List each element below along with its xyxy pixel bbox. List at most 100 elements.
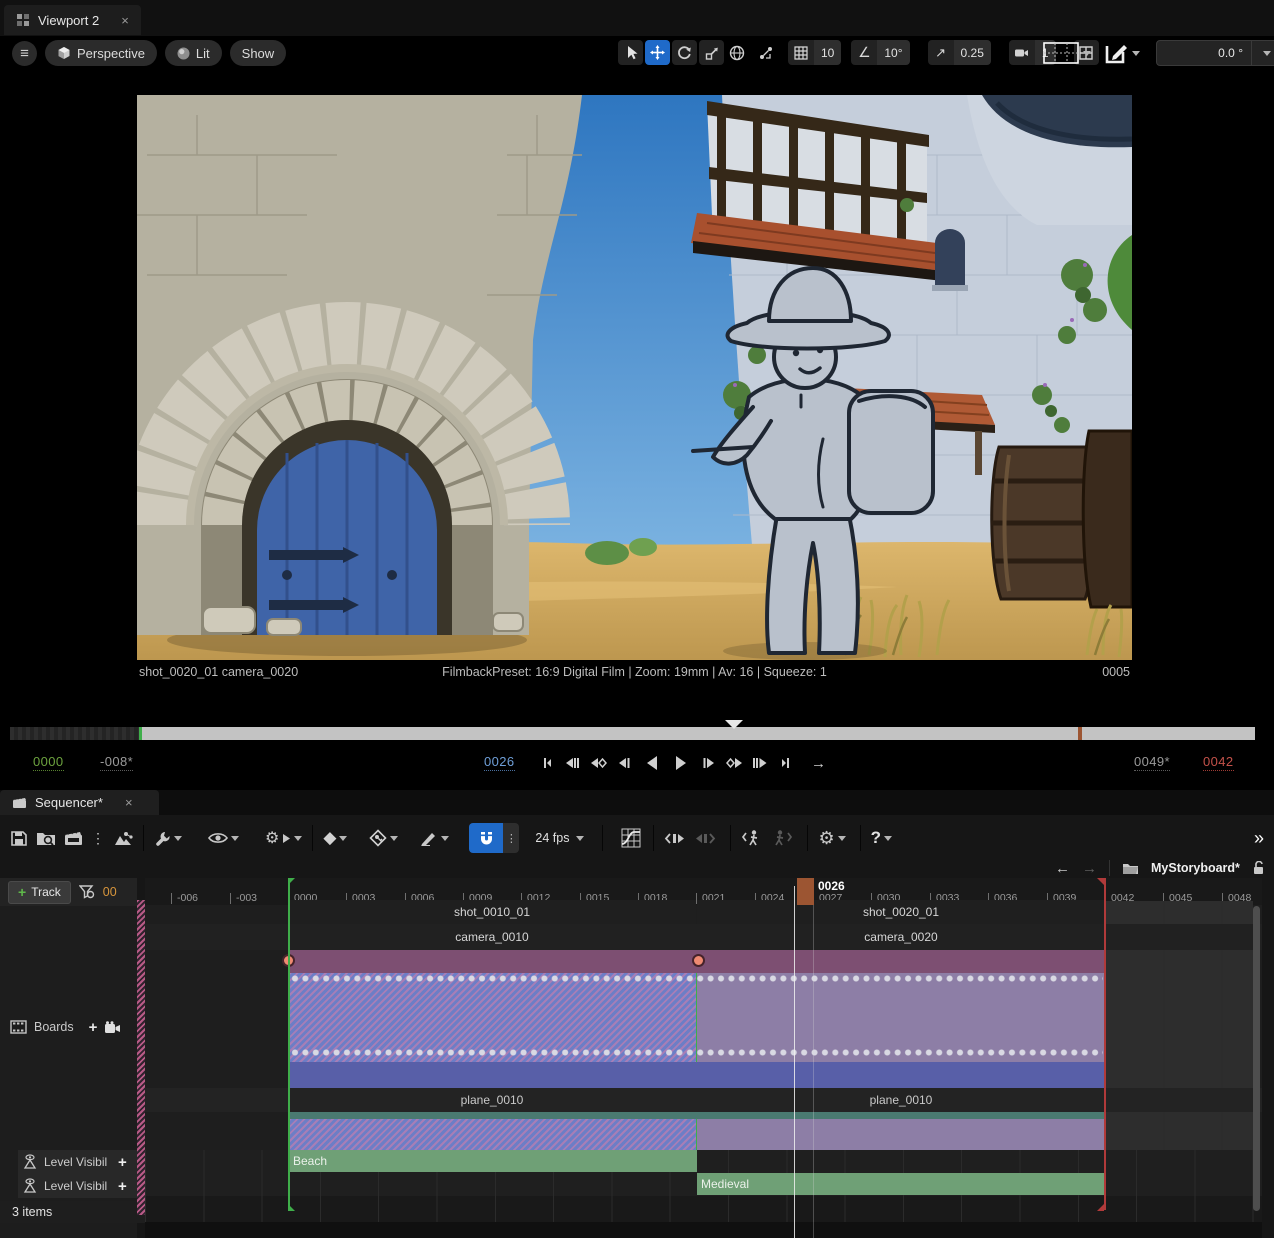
- close-icon[interactable]: ×: [121, 13, 129, 28]
- marker-pen-dropdown[interactable]: [416, 825, 453, 851]
- plane-range-bar[interactable]: [288, 1062, 1105, 1088]
- film-overlay-dropdown[interactable]: [1042, 40, 1091, 66]
- curve-editor-button[interactable]: [617, 825, 645, 851]
- track-row-level-visibility-1[interactable]: Level Visibil +: [18, 1150, 137, 1174]
- kebab-menu-button[interactable]: ⋮: [87, 825, 109, 851]
- new-shot-camera-button[interactable]: [104, 1021, 122, 1034]
- view-start-field[interactable]: -008*: [100, 754, 133, 771]
- play-reverse-button[interactable]: [638, 752, 666, 774]
- lock-open-icon[interactable]: [1252, 861, 1265, 875]
- snap-options-button[interactable]: ⋮: [503, 823, 519, 853]
- add-track-button[interactable]: + Track: [8, 881, 71, 904]
- level-clip-medieval[interactable]: Medieval: [697, 1173, 1105, 1195]
- add-level-button[interactable]: +: [118, 1154, 127, 1171]
- save-button[interactable]: [6, 825, 32, 851]
- fps-dropdown[interactable]: 24 fps: [531, 825, 588, 851]
- nav-back-button[interactable]: ←: [1055, 860, 1070, 877]
- sketch-clip-2[interactable]: [697, 1119, 1105, 1150]
- find-in-content-browser-button[interactable]: [32, 825, 60, 851]
- sequence-tools-dropdown[interactable]: [150, 825, 186, 851]
- previous-shot-button[interactable]: [660, 825, 690, 851]
- soft-selection-button[interactable]: [753, 40, 778, 65]
- step-back-button[interactable]: [612, 752, 637, 774]
- playback-options-dropdown[interactable]: ⚙: [261, 825, 306, 851]
- play-forward-button[interactable]: [667, 752, 695, 774]
- range-start-line[interactable]: [288, 878, 290, 1210]
- select-tool-button[interactable]: [618, 40, 643, 65]
- viewport-scrubber[interactable]: [10, 727, 1255, 740]
- scale-tool-button[interactable]: [699, 40, 724, 65]
- auto-key-dropdown[interactable]: [365, 825, 402, 851]
- view-options-dropdown[interactable]: [204, 825, 243, 851]
- filter-search-icon[interactable]: [79, 885, 95, 899]
- viewport-scene[interactable]: [137, 95, 1132, 660]
- rotation-dropdown[interactable]: [1252, 40, 1274, 66]
- move-tool-button[interactable]: [645, 40, 670, 65]
- view-end-field[interactable]: 0049*: [1134, 754, 1170, 771]
- track-row-boards[interactable]: Boards +: [10, 1015, 137, 1039]
- help-dropdown[interactable]: ?: [867, 825, 896, 851]
- jump-mode-button[interactable]: →: [806, 752, 831, 774]
- close-icon[interactable]: ×: [125, 795, 133, 810]
- sequence-hierarchy-button[interactable]: [109, 825, 137, 851]
- scale-snap-group[interactable]: ↗ 0.25: [928, 40, 991, 65]
- breadcrumb-sequence[interactable]: MyStoryboard*: [1151, 861, 1240, 875]
- tab-sequencer[interactable]: Sequencer* ×: [0, 790, 159, 815]
- rotate-tool-button[interactable]: [672, 40, 697, 65]
- playhead-line[interactable]: [794, 886, 795, 1238]
- level-clip-beach[interactable]: Beach: [288, 1150, 697, 1172]
- playhead-marker[interactable]: [797, 878, 814, 905]
- range-end-line[interactable]: [1104, 878, 1106, 1210]
- grid-snap-group[interactable]: 10: [788, 40, 841, 65]
- settings-dropdown[interactable]: ⚙: [814, 825, 849, 851]
- viewport-menu-button[interactable]: ≡: [12, 41, 37, 66]
- sketch-clip-1[interactable]: [288, 1119, 697, 1150]
- keyframe-marker[interactable]: [692, 954, 705, 967]
- lit-button[interactable]: Lit: [165, 40, 222, 66]
- next-frame-button[interactable]: [748, 752, 773, 774]
- camera-track-label[interactable]: camera_0010: [288, 924, 696, 950]
- nav-forward-button[interactable]: →: [1082, 860, 1097, 877]
- scrubber-playhead[interactable]: [725, 720, 743, 729]
- show-button[interactable]: Show: [230, 40, 287, 66]
- render-movie-button[interactable]: [60, 825, 87, 851]
- rotation-field-group[interactable]: 0.0 °: [1156, 40, 1274, 66]
- sketch-tool-dropdown[interactable]: [1103, 40, 1140, 66]
- to-end-button[interactable]: [774, 752, 799, 774]
- track-row-level-visibility-2[interactable]: Level Visibil +: [18, 1174, 137, 1198]
- shot-clip-1[interactable]: shot_0010_01: [288, 900, 696, 924]
- angle-snap-group[interactable]: ∠ 10°: [851, 40, 909, 65]
- frame-entry-field[interactable]: 00: [103, 885, 117, 899]
- shot-clip-2[interactable]: shot_0020_01: [697, 900, 1105, 924]
- add-board-button[interactable]: +: [89, 1019, 98, 1036]
- previous-frame-button[interactable]: [560, 752, 585, 774]
- rotation-value-field[interactable]: 0.0 °: [1156, 40, 1252, 66]
- toolbar-overflow-button[interactable]: »: [1250, 825, 1268, 851]
- add-level-button[interactable]: +: [118, 1178, 127, 1195]
- step-forward-button[interactable]: [696, 752, 721, 774]
- timeline-scrollbar[interactable]: [1253, 906, 1260, 1211]
- camera-track-label[interactable]: camera_0020: [697, 924, 1105, 950]
- playback-start-field[interactable]: 0000: [33, 754, 64, 771]
- angle-snap-value[interactable]: 10°: [877, 40, 909, 65]
- tab-viewport-2[interactable]: Viewport 2 ×: [4, 5, 141, 35]
- perspective-button[interactable]: Perspective: [45, 40, 157, 66]
- next-shot-button[interactable]: [690, 825, 720, 851]
- walk-previous-button[interactable]: [737, 825, 767, 851]
- to-front-button[interactable]: [534, 752, 559, 774]
- keyframe-options-dropdown[interactable]: ◆: [319, 825, 351, 851]
- playback-end-field[interactable]: 0042: [1203, 754, 1234, 771]
- camera-cut-track[interactable]: [288, 950, 1105, 973]
- next-key-button[interactable]: [722, 752, 747, 774]
- walk-next-button[interactable]: [767, 825, 797, 851]
- subscene-strip[interactable]: [288, 1112, 1105, 1119]
- scrubber-range[interactable]: [140, 727, 1255, 740]
- snap-toggle-button[interactable]: [469, 823, 503, 853]
- world-space-button[interactable]: [724, 40, 749, 65]
- plane-track-label[interactable]: plane_0010: [697, 1088, 1105, 1112]
- plane-track-label[interactable]: plane_0010: [288, 1088, 696, 1112]
- scale-snap-value[interactable]: 0.25: [954, 40, 991, 65]
- current-frame-field[interactable]: 0026: [484, 754, 515, 771]
- timeline-area[interactable]: -006 -003 0000 0003 0006 0009 0012 0015 …: [145, 878, 1262, 1238]
- previous-key-button[interactable]: [586, 752, 611, 774]
